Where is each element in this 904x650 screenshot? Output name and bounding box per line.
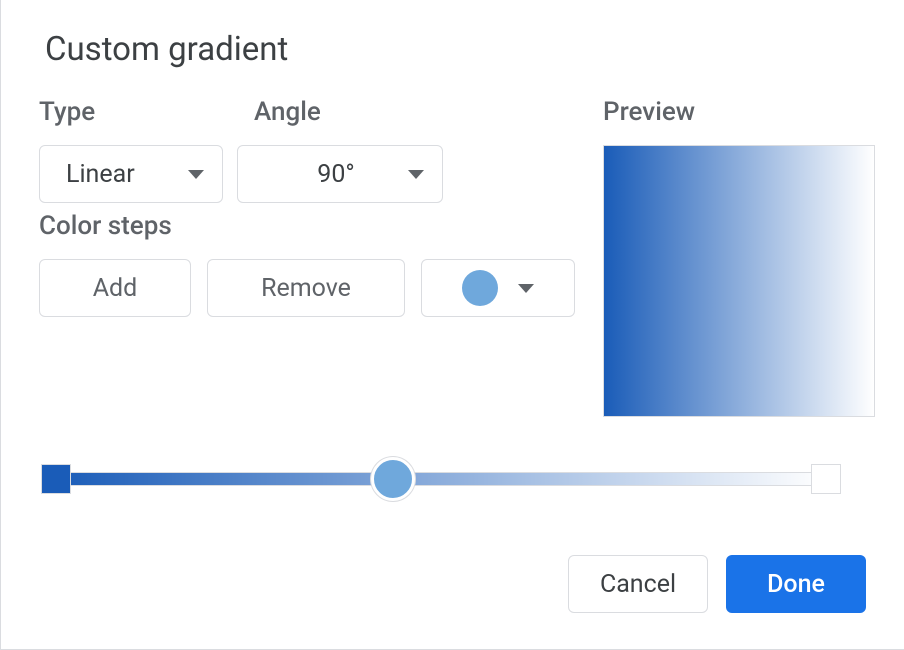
angle-select[interactable]: 90°: [237, 145, 443, 203]
top-row: Type Angle Linear 90° Color steps Add Re…: [39, 97, 866, 417]
preview-label: Preview: [603, 97, 875, 127]
selects-row: Linear 90°: [39, 145, 579, 203]
color-swatch-icon: [462, 270, 498, 306]
right-column: Preview: [603, 97, 875, 417]
done-button[interactable]: Done: [726, 555, 866, 613]
gradient-stop-slider[interactable]: [41, 459, 841, 499]
cancel-button[interactable]: Cancel: [568, 555, 708, 613]
type-select[interactable]: Linear: [39, 145, 223, 203]
dialog-footer: Cancel Done: [39, 555, 866, 613]
gradient-preview: [603, 145, 875, 417]
slider-end-handle[interactable]: [811, 464, 841, 494]
left-column: Type Angle Linear 90° Color steps Add Re…: [39, 97, 579, 417]
remove-button[interactable]: Remove: [207, 259, 405, 317]
slider-thumb[interactable]: [371, 457, 415, 501]
angle-label: Angle: [254, 97, 454, 127]
labels-row: Type Angle: [39, 97, 579, 145]
chevron-down-icon: [188, 170, 204, 179]
type-label: Type: [39, 97, 254, 127]
dialog-title: Custom gradient: [45, 30, 866, 69]
slider-start-handle[interactable]: [41, 464, 71, 494]
color-steps-label: Color steps: [39, 211, 579, 241]
chevron-down-icon: [518, 284, 534, 293]
chevron-down-icon: [408, 170, 424, 179]
angle-select-value: 90°: [264, 160, 408, 189]
custom-gradient-dialog: Custom gradient Type Angle Linear 90° Co…: [0, 0, 904, 650]
type-select-value: Linear: [66, 160, 135, 189]
add-button[interactable]: Add: [39, 259, 191, 317]
color-steps-row: Add Remove: [39, 259, 579, 317]
color-step-swatch-select[interactable]: [421, 259, 575, 317]
slider-track: [55, 472, 827, 486]
